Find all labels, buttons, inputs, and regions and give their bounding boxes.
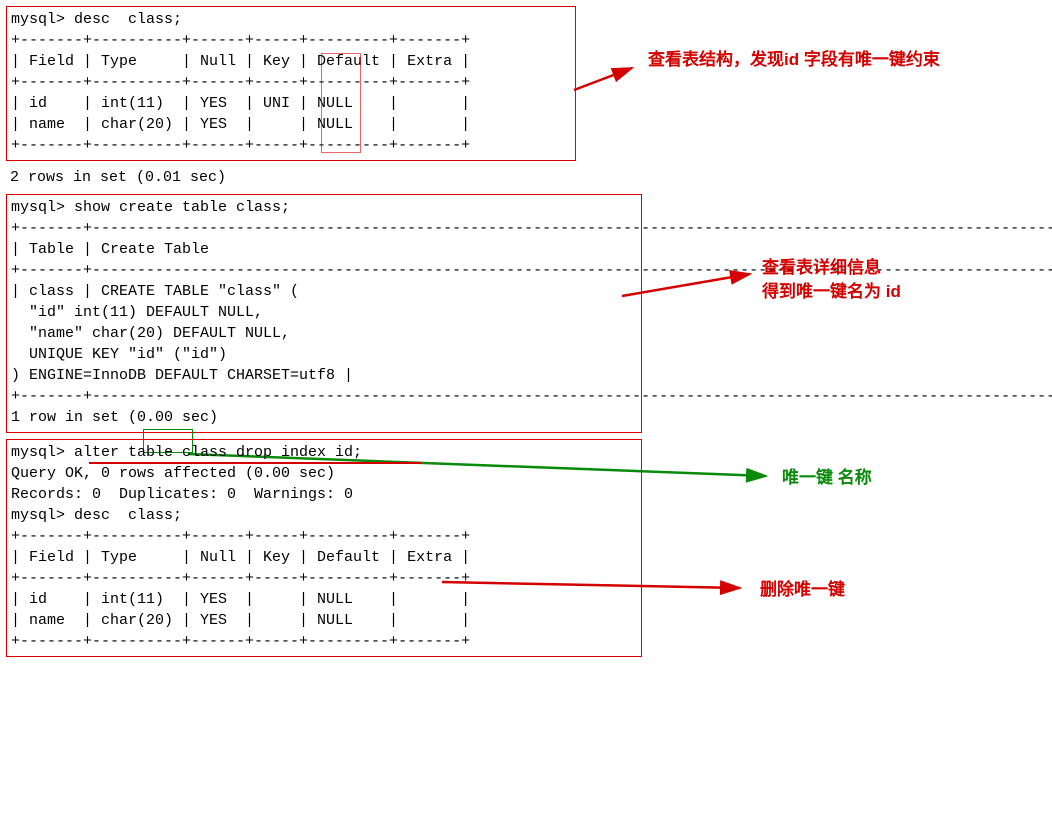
- code-line: | id | int(11) | YES | | NULL | |: [11, 589, 637, 610]
- annotation-text: 查看表结构，发现id 字段有唯一键约束: [648, 48, 940, 72]
- arrow-icon: [572, 62, 642, 102]
- annotation-text: 查看表详细信息 得到唯一键名为 id: [762, 256, 901, 304]
- show-create-block: mysql> show create table class; +-------…: [6, 194, 642, 433]
- code-line: | Field | Type | Null | Key | Default | …: [11, 51, 571, 72]
- code-line: +-------+----------+------+-----+-------…: [11, 526, 637, 547]
- code-line: | Table | Create Table |: [11, 239, 637, 260]
- code-line: | class | CREATE TABLE "class" (: [11, 281, 637, 302]
- code-line: +-------+----------+------+-----+-------…: [11, 135, 571, 156]
- code-line: UNIQUE KEY "id" ("id"): [11, 344, 637, 365]
- annotation-text: 删除唯一键: [760, 578, 845, 602]
- code-line: +-------+-------------------------------…: [11, 218, 637, 239]
- code-line: +-------+-------------------------------…: [11, 386, 637, 407]
- code-line: +-------+----------+------+-----+-------…: [11, 568, 637, 589]
- code-line: "name" char(20) DEFAULT NULL,: [11, 323, 637, 344]
- code-line: +-------+----------+------+-----+-------…: [11, 72, 571, 93]
- code-line: 1 row in set (0.00 sec): [11, 407, 637, 428]
- code-line: mysql> desc class;: [11, 9, 571, 30]
- code-line: ) ENGINE=InnoDB DEFAULT CHARSET=utf8 |: [11, 365, 637, 386]
- code-line: mysql> show create table class;: [11, 197, 637, 218]
- code-line: Records: 0 Duplicates: 0 Warnings: 0: [11, 484, 637, 505]
- annotation-text: 唯一键 名称: [782, 466, 872, 490]
- code-line: +-------+-------------------------------…: [11, 260, 637, 281]
- code-line: | name | char(20) | YES | | NULL | |: [11, 610, 637, 631]
- code-line: mysql> alter table class drop index id;: [11, 442, 637, 463]
- code-line: Query OK, 0 rows affected (0.00 sec): [11, 463, 637, 484]
- code-line: | name | char(20) | YES | | NULL | |: [11, 114, 571, 135]
- rows-in-set: 2 rows in set (0.01 sec): [6, 167, 1046, 194]
- annotation-line: 得到唯一键名为 id: [762, 282, 901, 301]
- code-line: +-------+----------+------+-----+-------…: [11, 631, 637, 652]
- desc-table-block: mysql> desc class; +-------+----------+-…: [6, 6, 576, 161]
- code-line: | id | int(11) | YES | UNI | NULL | |: [11, 93, 571, 114]
- code-line: "id" int(11) DEFAULT NULL,: [11, 302, 637, 323]
- code-line: mysql> desc class;: [11, 505, 637, 526]
- annotation-line: 查看表详细信息: [762, 258, 881, 277]
- alter-table-block: mysql> alter table class drop index id; …: [6, 439, 642, 657]
- code-line: | Field | Type | Null | Key | Default | …: [11, 547, 637, 568]
- code-line: +-------+----------+------+-----+-------…: [11, 30, 571, 51]
